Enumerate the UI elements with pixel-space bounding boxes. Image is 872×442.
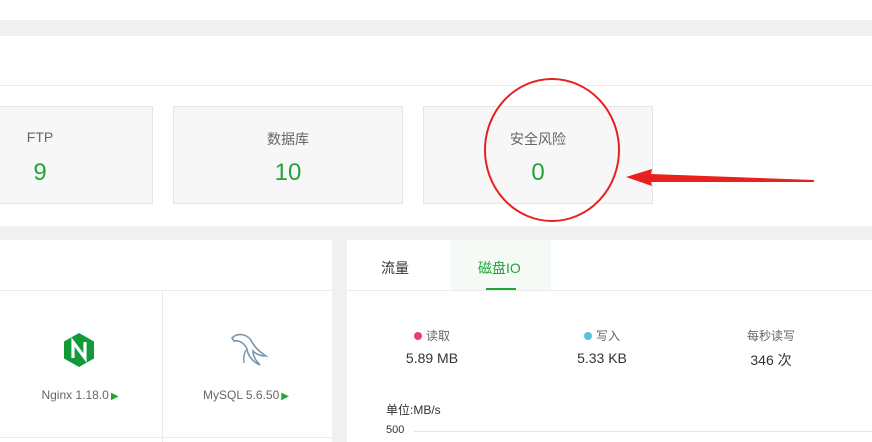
annotation-circle bbox=[484, 78, 620, 222]
annotation-arrow bbox=[626, 169, 814, 186]
annotation-overlay bbox=[484, 78, 814, 222]
